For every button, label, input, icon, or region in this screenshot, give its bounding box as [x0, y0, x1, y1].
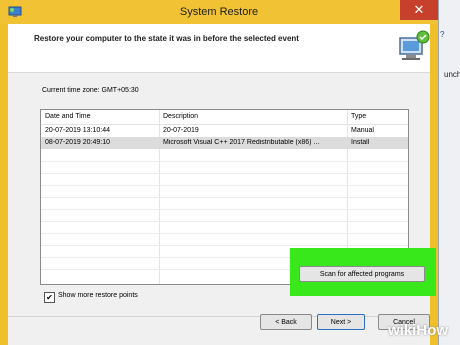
background-partial-text: unch — [444, 70, 460, 79]
next-button[interactable]: Next > — [317, 314, 365, 330]
row-date: 08-07-2019 20:49:10 — [45, 139, 110, 146]
grid-line — [41, 245, 408, 246]
table-row[interactable]: 08-07-2019 20:49:10 Microsoft Visual C++… — [41, 137, 408, 149]
row-description: Microsoft Visual C++ 2017 Redistributabl… — [163, 139, 320, 146]
system-restore-dialog: System Restore ✕ Restore your computer t… — [0, 0, 448, 345]
title-bar[interactable]: System Restore ✕ — [0, 0, 438, 24]
grid-line — [41, 233, 408, 234]
wikihow-watermark: wikiHow — [388, 322, 448, 339]
window-title: System Restore — [179, 6, 259, 18]
dialog-client-area: Restore your computer to the state it wa… — [8, 24, 430, 345]
grid-line — [41, 161, 408, 162]
system-restore-icon — [399, 30, 430, 60]
watermark-part-1: wiki — [388, 322, 417, 339]
back-button[interactable]: < Back — [260, 314, 312, 330]
row-description: 20-07-2019 — [163, 127, 199, 134]
background-help-link[interactable]: ? — [440, 30, 444, 39]
watermark-part-2: How — [416, 322, 449, 339]
timezone-label: Current time zone: GMT+05:30 — [42, 87, 139, 94]
show-more-checkbox[interactable]: ✔ — [44, 292, 55, 303]
column-header-description[interactable]: Description — [163, 113, 198, 120]
grid-line — [41, 221, 408, 222]
row-type: Install — [351, 139, 370, 146]
grid-line — [41, 185, 408, 186]
background-window — [438, 0, 460, 345]
row-date: 20-07-2019 13:10:44 — [45, 127, 110, 134]
show-more-label[interactable]: Show more restore points — [58, 292, 138, 299]
grid-line — [41, 197, 408, 198]
footer-divider — [8, 316, 430, 317]
header-instruction: Restore your computer to the state it wa… — [34, 34, 299, 43]
close-button[interactable]: ✕ — [400, 0, 438, 20]
row-type: Manual — [351, 127, 374, 134]
column-header-date[interactable]: Date and Time — [45, 113, 91, 120]
grid-line — [41, 173, 408, 174]
table-row[interactable]: 20-07-2019 13:10:44 20-07-2019 Manual — [41, 125, 408, 137]
grid-line — [41, 209, 408, 210]
scan-affected-programs-button[interactable]: Scan for affected programs — [299, 266, 425, 282]
dialog-header: Restore your computer to the state it wa… — [8, 24, 430, 73]
table-header: Date and Time Description Type — [41, 110, 408, 125]
column-header-type[interactable]: Type — [351, 113, 366, 120]
